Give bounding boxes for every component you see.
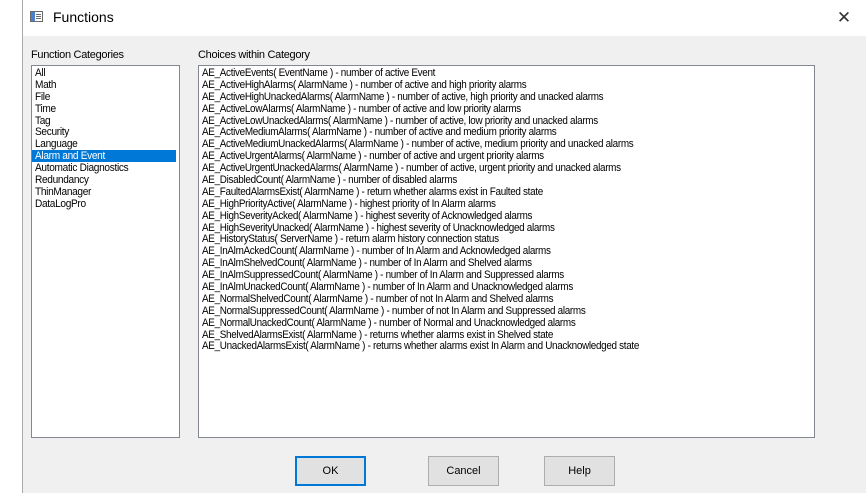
choice-item[interactable]: AE_ActiveUrgentUnackedAlarms( AlarmName … [199, 162, 814, 174]
choice-item[interactable]: AE_ActiveUrgentAlarms( AlarmName ) - num… [199, 150, 814, 162]
choice-item[interactable]: AE_HighPriorityActive( AlarmName ) - hig… [199, 198, 814, 210]
choice-item-label: AE_ActiveHighUnackedAlarms( AlarmName ) … [202, 90, 604, 103]
category-item[interactable]: File [32, 91, 176, 103]
choice-item-label: AE_NormalSuppressedCount( AlarmName ) - … [202, 304, 586, 317]
choice-item[interactable]: AE_ActiveEvents( EventName ) - number of… [199, 67, 814, 79]
ok-button[interactable]: OK [295, 456, 366, 486]
choice-item-label: AE_ActiveLowUnackedAlarms( AlarmName ) -… [202, 114, 598, 127]
choice-item[interactable]: AE_ShelvedAlarmsExist( AlarmName ) - ret… [199, 329, 814, 341]
category-item[interactable]: Alarm and Event [32, 150, 176, 162]
choice-item[interactable]: AE_InAlmUnackedCount( AlarmName ) - numb… [199, 281, 814, 293]
category-item-label: Language [35, 138, 78, 151]
close-icon[interactable]: ✕ [835, 9, 853, 27]
category-item[interactable]: Time [32, 103, 176, 115]
category-item[interactable]: Redundancy [32, 174, 176, 186]
category-item-label: All [35, 67, 46, 79]
choice-item-label: AE_UnackedAlarmsExist( AlarmName ) - ret… [202, 340, 640, 353]
function-categories-list[interactable]: All Math File Time Tag Security Language Alarm … [31, 65, 180, 438]
choice-item[interactable]: AE_ActiveLowUnackedAlarms( AlarmName ) -… [199, 115, 814, 127]
category-item[interactable]: Tag [32, 115, 176, 127]
category-item-label: ThinManager [35, 185, 92, 198]
category-item-label: Tag [35, 114, 51, 127]
window-icon [30, 11, 43, 22]
choice-item[interactable]: AE_DisabledCount( AlarmName ) - number o… [199, 174, 814, 186]
choice-item[interactable]: AE_InAlmShelvedCount( AlarmName ) - numb… [199, 257, 814, 269]
category-item-label: File [35, 90, 51, 103]
choice-item[interactable]: AE_UnackedAlarmsExist( AlarmName ) - ret… [199, 340, 814, 352]
functions-dialog: Functions ✕ Function Categories Choices … [22, 0, 866, 493]
category-item-label: Security [35, 126, 69, 139]
category-item-label: Alarm and Event [35, 150, 105, 163]
choice-item[interactable]: AE_HighSeverityUnacked( AlarmName ) - hi… [199, 222, 814, 234]
category-item-label: DataLogPro [35, 197, 86, 210]
choice-item[interactable]: AE_HighSeverityAcked( AlarmName ) - high… [199, 210, 814, 222]
dialog-title: Functions [53, 9, 114, 25]
choice-item[interactable]: AE_ActiveHighUnackedAlarms( AlarmName ) … [199, 91, 814, 103]
category-item-label: Math [35, 78, 57, 91]
choice-item-label: AE_ShelvedAlarmsExist( AlarmName ) - ret… [202, 328, 554, 341]
choice-item-label: AE_NormalShelvedCount( AlarmName ) - num… [202, 292, 554, 305]
choice-item-label: AE_FaultedAlarmsExist( AlarmName ) - ret… [202, 185, 543, 198]
category-item[interactable]: ThinManager [32, 186, 176, 198]
choice-item[interactable]: AE_NormalUnackedCount( AlarmName ) - num… [199, 317, 814, 329]
choice-item-label: AE_ActiveMediumUnackedAlarms( AlarmName … [202, 138, 634, 151]
category-item[interactable]: Security [32, 126, 176, 138]
category-item[interactable]: Math [32, 79, 176, 91]
choice-item-label: AE_DisabledCount( AlarmName ) - number o… [202, 174, 457, 187]
choice-item-label: AE_HistoryStatus( ServerName ) - return … [202, 233, 499, 246]
choice-item-label: AE_HighSeverityUnacked( AlarmName ) - hi… [202, 221, 555, 234]
choice-item-label: AE_ActiveHighAlarms( AlarmName ) - numbe… [202, 78, 527, 91]
choice-item[interactable]: AE_NormalShelvedCount( AlarmName ) - num… [199, 293, 814, 305]
category-item-label: Redundancy [35, 174, 89, 187]
choice-item[interactable]: AE_ActiveMediumAlarms( AlarmName ) - num… [199, 126, 814, 138]
choice-item-label: AE_NormalUnackedCount( AlarmName ) - num… [202, 316, 576, 329]
category-item[interactable]: Language [32, 138, 176, 150]
choice-item-label: AE_HighPriorityActive( AlarmName ) - hig… [202, 197, 496, 210]
choice-item-label: AE_InAlmSuppressedCount( AlarmName ) - n… [202, 269, 564, 282]
title-bar: Functions ✕ [23, 0, 866, 36]
choice-item-label: AE_ActiveLowAlarms( AlarmName ) - number… [202, 102, 521, 115]
choice-item[interactable]: AE_ActiveHighAlarms( AlarmName ) - numbe… [199, 79, 814, 91]
choice-item-label: AE_InAlmAckedCount( AlarmName ) - number… [202, 245, 551, 258]
category-item[interactable]: All [32, 67, 176, 79]
choice-item-label: AE_ActiveUrgentAlarms( AlarmName ) - num… [202, 150, 544, 163]
help-button[interactable]: Help [544, 456, 615, 486]
choices-list[interactable]: AE_ActiveEvents( EventName ) - number of… [198, 65, 815, 438]
choice-item[interactable]: AE_ActiveLowAlarms( AlarmName ) - number… [199, 103, 814, 115]
choice-item[interactable]: AE_ActiveMediumUnackedAlarms( AlarmName … [199, 138, 814, 150]
choice-item-label: AE_InAlmUnackedCount( AlarmName ) - numb… [202, 281, 573, 294]
choice-item-label: AE_ActiveUrgentUnackedAlarms( AlarmName … [202, 162, 621, 175]
choice-item-label: AE_ActiveEvents( EventName ) - number of… [202, 67, 436, 79]
cancel-button[interactable]: Cancel [428, 456, 499, 486]
choice-item[interactable]: AE_NormalSuppressedCount( AlarmName ) - … [199, 305, 814, 317]
choice-item[interactable]: AE_FaultedAlarmsExist( AlarmName ) - ret… [199, 186, 814, 198]
choices-label: Choices within Category [198, 49, 310, 61]
choice-item-label: AE_ActiveMediumAlarms( AlarmName ) - num… [202, 126, 557, 139]
function-categories-label: Function Categories [31, 49, 124, 61]
choice-item-label: AE_InAlmShelvedCount( AlarmName ) - numb… [202, 257, 532, 270]
category-item[interactable]: Automatic Diagnostics [32, 162, 176, 174]
category-item-label: Automatic Diagnostics [35, 162, 129, 175]
choice-item[interactable]: AE_HistoryStatus( ServerName ) - return … [199, 233, 814, 245]
choice-item[interactable]: AE_InAlmSuppressedCount( AlarmName ) - n… [199, 269, 814, 281]
choice-item-label: AE_HighSeverityAcked( AlarmName ) - high… [202, 209, 533, 222]
choice-item[interactable]: AE_InAlmAckedCount( AlarmName ) - number… [199, 245, 814, 257]
category-item[interactable]: DataLogPro [32, 198, 176, 210]
category-item-label: Time [35, 102, 56, 115]
